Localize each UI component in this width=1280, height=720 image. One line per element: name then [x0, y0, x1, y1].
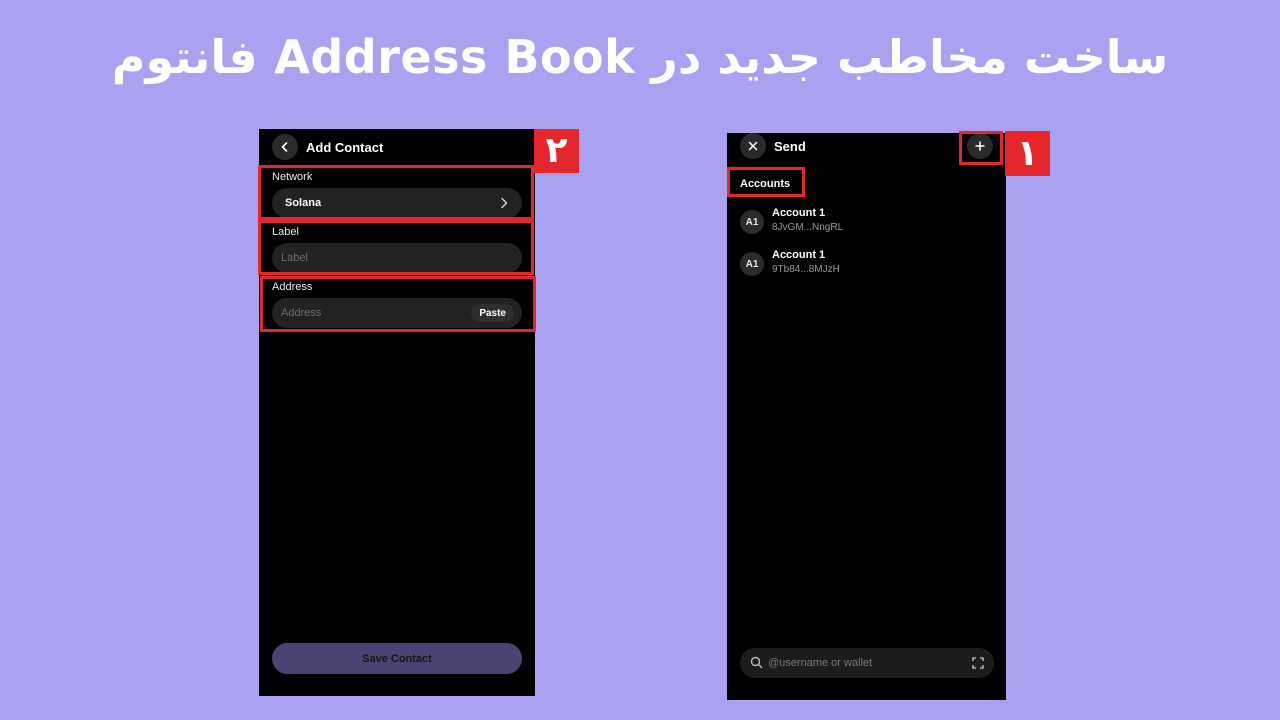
close-button[interactable]	[740, 133, 766, 159]
page-title: ساخت مخاطب جدید در Address Book فانتوم	[111, 30, 1169, 84]
label-highlight	[258, 220, 534, 275]
send-title: Send	[774, 139, 806, 154]
accounts-highlight	[727, 167, 805, 197]
close-icon	[748, 141, 758, 151]
back-button[interactable]	[272, 134, 298, 160]
add-contact-title: Add Contact	[306, 140, 384, 155]
address-highlight	[260, 276, 536, 332]
avatar: A1	[740, 210, 764, 234]
search-input[interactable]: @username or wallet	[740, 648, 994, 678]
search-icon	[750, 656, 763, 669]
scan-icon[interactable]	[972, 657, 984, 669]
add-button-highlight	[959, 131, 1003, 165]
account-row[interactable]: A1 Account 1 8JvGM...NngRL	[740, 207, 990, 241]
account-address: 9Tb84...8MJzH	[772, 264, 840, 275]
network-highlight	[258, 165, 534, 220]
save-contact-button[interactable]: Save Contact	[272, 643, 522, 674]
step-1-badge: ۱	[1005, 131, 1050, 176]
avatar: A1	[740, 252, 764, 276]
account-row[interactable]: A1 Account 1 9Tb84...8MJzH	[740, 249, 990, 283]
account-name: Account 1	[772, 249, 826, 261]
send-screen: Send Accounts A1 Account 1 8JvGM...NngRL…	[727, 133, 1006, 700]
search-placeholder: @username or wallet	[768, 657, 873, 669]
chevron-left-icon	[281, 142, 288, 152]
account-address: 8JvGM...NngRL	[772, 222, 844, 233]
step-2-badge: ۲	[534, 129, 579, 173]
account-name: Account 1	[772, 207, 826, 219]
